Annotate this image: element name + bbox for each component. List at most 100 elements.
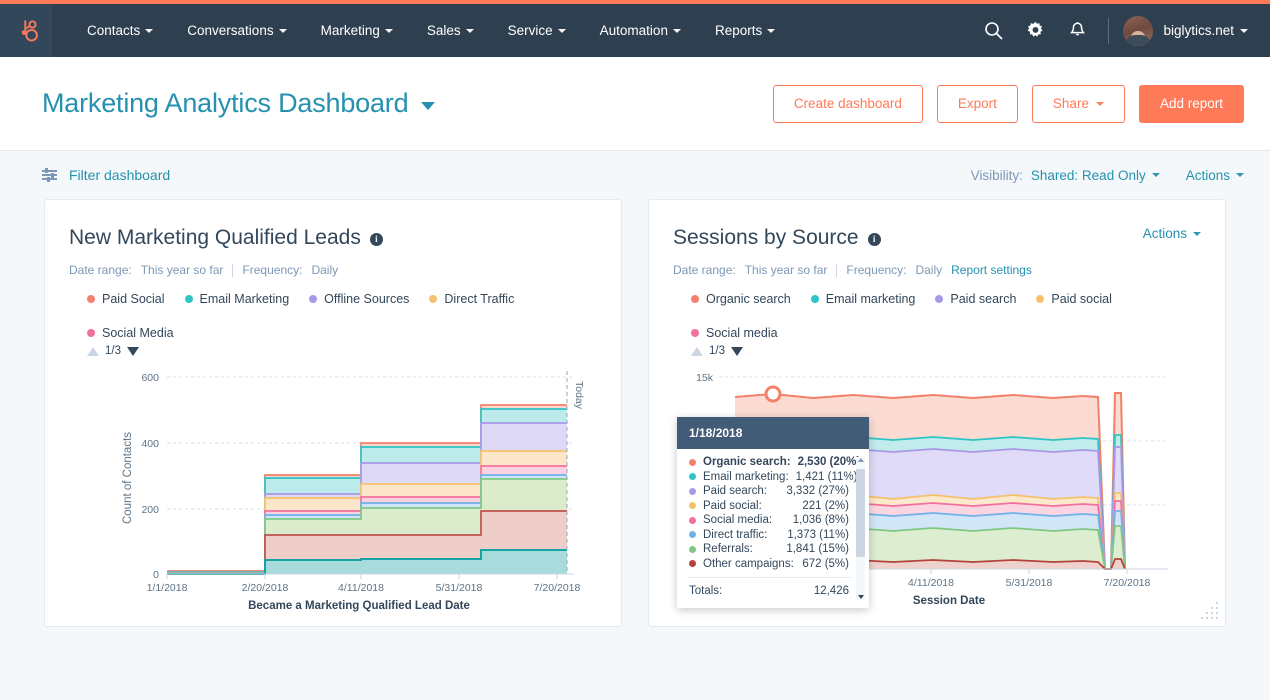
- page-title[interactable]: Marketing Analytics Dashboard: [42, 88, 435, 119]
- notifications-button[interactable]: [1056, 4, 1098, 57]
- frequency-value: Daily: [915, 263, 942, 277]
- tooltip-body: Organic search: 2,530 (20%) Email market…: [677, 449, 869, 608]
- visibility-dropdown[interactable]: Shared: Read Only: [1031, 168, 1160, 183]
- legend-item-paid-social[interactable]: Paid Social: [87, 292, 165, 306]
- chevron-down-icon: [145, 29, 153, 33]
- nav-item-contacts[interactable]: Contacts: [70, 23, 170, 38]
- chart-area-sessions-by-source: 15k: [673, 363, 1201, 620]
- legend-item-paid-social[interactable]: Paid social: [1036, 292, 1111, 306]
- legend-next-button[interactable]: [127, 347, 139, 356]
- resize-grip[interactable]: [1201, 602, 1218, 619]
- legend-dot-icon: [691, 295, 699, 303]
- add-report-button[interactable]: Add report: [1139, 85, 1244, 123]
- x-axis-title: Became a Marketing Qualified Lead Date: [248, 600, 470, 612]
- account-menu[interactable]: biglytics.net: [1163, 23, 1248, 38]
- nav-item-service[interactable]: Service: [491, 23, 583, 38]
- export-button[interactable]: Export: [937, 85, 1018, 123]
- legend-prev-button[interactable]: [691, 347, 703, 356]
- chevron-down-icon: [673, 29, 681, 33]
- nav-item-sales[interactable]: Sales: [410, 23, 491, 38]
- legend-dot-icon: [87, 329, 95, 337]
- y-tick-label: 600: [141, 372, 159, 384]
- scroll-down-arrow-icon[interactable]: [858, 595, 864, 599]
- chevron-down-icon: [1096, 102, 1104, 106]
- tooltip-scrollbar[interactable]: [856, 457, 865, 600]
- tooltip-row-name: Direct traffic:: [703, 529, 767, 541]
- legend-item-paid-search[interactable]: Paid search: [935, 292, 1016, 306]
- chevron-down-icon: [1236, 173, 1244, 177]
- legend-dot-icon: [935, 295, 943, 303]
- tooltip-dot-icon: [689, 546, 696, 553]
- legend-item-email-marketing[interactable]: Email marketing: [811, 292, 916, 306]
- avatar[interactable]: [1123, 16, 1153, 46]
- legend-next-button[interactable]: [731, 347, 743, 356]
- legend-dot-icon: [811, 295, 819, 303]
- legend-item-direct-traffic[interactable]: Direct Traffic: [429, 292, 514, 306]
- y-tick-label: 200: [141, 504, 159, 516]
- card-meta: Date range: This year so far Frequency: …: [673, 263, 1201, 277]
- chevron-down-icon: [1152, 173, 1160, 177]
- legend-dot-icon: [87, 295, 95, 303]
- tooltip-row: Email marketing: 1,421 (11%): [689, 471, 865, 483]
- filter-dashboard-button[interactable]: Filter dashboard: [42, 167, 170, 183]
- info-icon[interactable]: i: [370, 233, 383, 246]
- chevron-down-icon: [767, 29, 775, 33]
- search-button[interactable]: [972, 4, 1014, 57]
- info-icon[interactable]: i: [868, 233, 881, 246]
- account-label: biglytics.net: [1163, 23, 1234, 38]
- legend-item-organic-search[interactable]: Organic search: [691, 292, 791, 306]
- hubspot-logo-button[interactable]: [0, 4, 52, 57]
- legend-item-social-media[interactable]: Social Media: [87, 326, 174, 340]
- nav-item-reports[interactable]: Reports: [698, 23, 792, 38]
- tooltip-totals-row: Totals: 12,426: [689, 585, 865, 604]
- nav-item-marketing[interactable]: Marketing: [304, 23, 410, 38]
- chevron-down-icon: [421, 102, 435, 110]
- tooltip-row: Paid social: 221 (2%): [689, 500, 865, 512]
- report-card-sessions-by-source: Sessions by Source i Actions Date range:…: [648, 199, 1226, 627]
- toolbar-right: Visibility: Shared: Read Only Actions: [971, 168, 1244, 183]
- legend-page-indicator: 1/3: [105, 345, 121, 357]
- tooltip-dot-icon: [689, 560, 696, 567]
- legend-item-offline-sources[interactable]: Offline Sources: [309, 292, 409, 306]
- legend-page-indicator: 1/3: [709, 345, 725, 357]
- dashboard-actions-dropdown[interactable]: Actions: [1186, 168, 1244, 183]
- card-actions: Actions: [1143, 226, 1201, 241]
- tooltip-row: Referrals: 1,841 (15%): [689, 543, 865, 555]
- nav-item-automation[interactable]: Automation: [583, 23, 698, 38]
- x-tick-label: 5/31/2018: [436, 582, 483, 594]
- settings-button[interactable]: [1014, 4, 1056, 57]
- legend-prev-button[interactable]: [87, 347, 99, 356]
- tooltip-row-name: Paid social:: [703, 500, 762, 512]
- legend-label: Social Media: [102, 326, 174, 340]
- x-tick-label: 2/20/2018: [242, 582, 289, 594]
- create-dashboard-button[interactable]: Create dashboard: [773, 85, 923, 123]
- report-settings-link[interactable]: Report settings: [951, 263, 1032, 277]
- nav-item-label: Automation: [600, 23, 668, 38]
- legend-label: Paid social: [1051, 292, 1111, 306]
- card-actions-dropdown[interactable]: Actions: [1143, 226, 1201, 241]
- share-button[interactable]: Share: [1032, 85, 1125, 123]
- search-icon: [984, 21, 1003, 40]
- card-header: New Marketing Qualified Leads i: [69, 226, 597, 250]
- y-axis-title: Count of Contacts: [122, 432, 134, 524]
- tooltip-row-name: Email marketing:: [703, 471, 789, 483]
- tooltip-totals-label: Totals:: [689, 585, 722, 597]
- nav-item-label: Conversations: [187, 23, 273, 38]
- nav-item-label: Reports: [715, 23, 762, 38]
- scrollbar-thumb[interactable]: [856, 469, 865, 557]
- x-tick-label: 7/20/2018: [1104, 577, 1151, 589]
- tooltip-row: Organic search: 2,530 (20%): [689, 456, 865, 468]
- chart-legend: Paid Social Email Marketing Offline Sour…: [69, 292, 597, 340]
- tooltip-date: 1/18/2018: [677, 417, 869, 449]
- tooltip-row-value: 1,373 (11%): [787, 529, 865, 541]
- stacked-area-chart: 600 400 200 0 Count of Contacts: [69, 363, 599, 615]
- scroll-up-arrow-icon[interactable]: [858, 458, 864, 462]
- meta-divider: [836, 264, 837, 277]
- nav-item-conversations[interactable]: Conversations: [170, 23, 303, 38]
- nav-item-label: Sales: [427, 23, 461, 38]
- legend-item-email-marketing[interactable]: Email Marketing: [185, 292, 290, 306]
- tooltip-row: Other campaigns: 672 (5%): [689, 558, 865, 570]
- legend-item-social-media[interactable]: Social media: [691, 326, 778, 340]
- dashboard-actions-label: Actions: [1186, 168, 1230, 183]
- filter-dashboard-label: Filter dashboard: [69, 167, 170, 183]
